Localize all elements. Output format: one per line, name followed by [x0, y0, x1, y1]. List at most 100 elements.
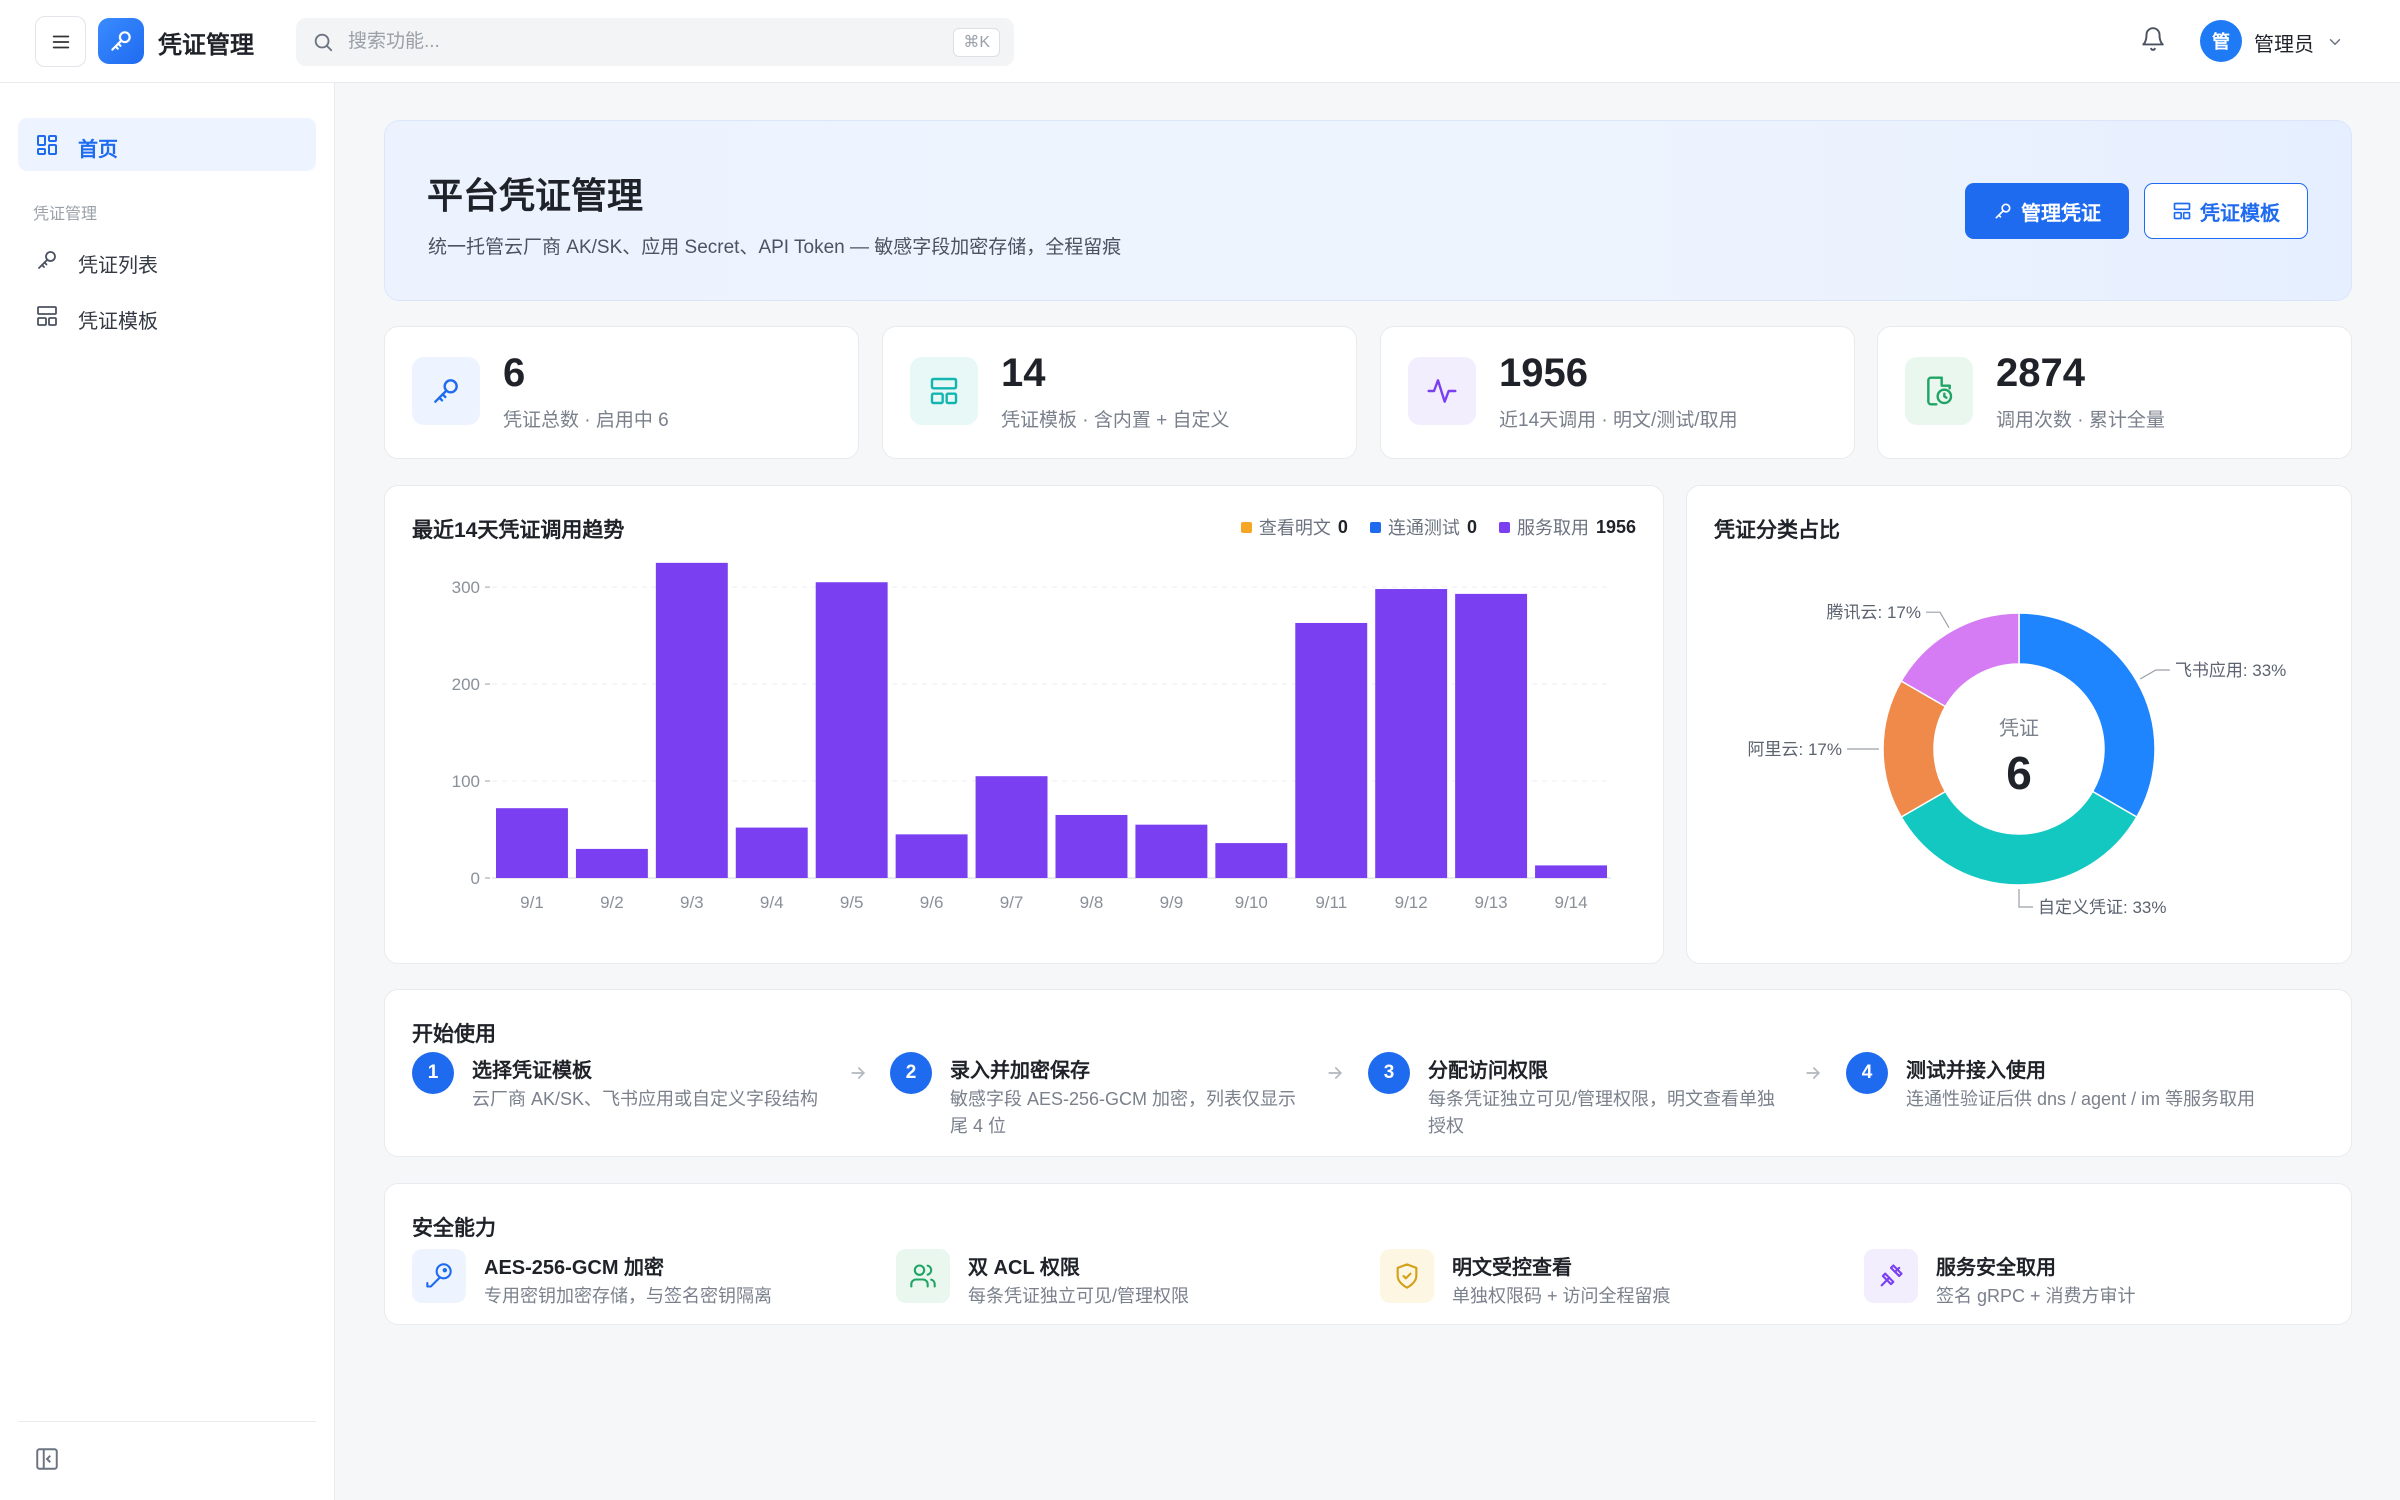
chevron-down-icon[interactable]	[2326, 33, 2344, 51]
x-tick-label: 9/1	[520, 893, 544, 912]
bar[interactable]	[975, 776, 1048, 878]
stat-value: 1956	[1499, 351, 1588, 395]
x-tick-label: 9/8	[1080, 893, 1104, 912]
template-icon	[37, 306, 57, 326]
stat-label: 近14天调用 · 明文/测试/取用	[1499, 410, 1738, 431]
pie-slice[interactable]	[2018, 612, 2156, 819]
top-bar: 凭证管理 ⌘K 管 管理员	[0, 0, 2400, 83]
x-tick-label: 9/11	[1315, 893, 1347, 912]
step-description: 敏感字段 AES-256-GCM 加密，列表仅显示尾 4 位	[950, 1089, 1297, 1136]
page-title: 平台凭证管理	[427, 175, 644, 216]
credential-templates-button[interactable]: 凭证模板	[2144, 183, 2308, 239]
stat-card-recent-calls: 1956 近14天调用 · 明文/测试/取用	[1380, 326, 1855, 459]
bar[interactable]	[1295, 622, 1368, 878]
feature-icon-box	[1864, 1249, 1918, 1303]
key-icon	[434, 379, 458, 403]
donut-center-value: 6	[2006, 747, 2032, 799]
feature-title: 双 ACL 权限	[968, 1257, 1080, 1279]
bar[interactable]	[1375, 589, 1448, 878]
y-tick-label: 300	[452, 578, 480, 597]
category-pie-card: 凭证分类占比 飞书应用: 33% 自定义凭证: 33% 阿里云: 17% 腾讯云: 1…	[1686, 485, 2352, 964]
sidebar-item-credential-templates[interactable]: 凭证模板	[18, 291, 316, 341]
bar[interactable]	[815, 582, 888, 878]
user-name[interactable]: 管理员	[2254, 28, 2314, 57]
manage-credentials-button[interactable]: 管理凭证	[1965, 183, 2129, 239]
menu-toggle-button[interactable]	[35, 16, 86, 67]
step-title: 录入并加密保存	[950, 1060, 1090, 1082]
search-icon	[314, 33, 333, 52]
feature-title: 服务安全取用	[1936, 1257, 2056, 1279]
step-number: 4	[1846, 1052, 1888, 1094]
stat-icon-box	[910, 357, 978, 425]
bar[interactable]	[1055, 814, 1128, 878]
step-description: 连通性验证后供 dns / agent / im 等服务取用	[1906, 1089, 2256, 1109]
stat-icon-box	[412, 357, 480, 425]
bar-chart: 0 100 200 300 9/1 9/2 9/3 9/4 9/5 9/6 9/7 9/8 9/9 9/1…	[452, 562, 1611, 912]
shield-check-icon	[1396, 1263, 1418, 1289]
sidebar-item-credential-list[interactable]: 凭证列表	[18, 235, 316, 285]
template-icon	[2173, 202, 2191, 220]
bar[interactable]	[495, 808, 568, 878]
donut-center-label: 凭证	[1999, 717, 2039, 740]
pie-slice[interactable]	[1900, 790, 2138, 886]
stat-label: 凭证模板 · 含内置 + 自定义	[1001, 410, 1230, 431]
y-tick-label: 200	[452, 675, 480, 694]
feature-title: AES-256-GCM 加密	[484, 1257, 665, 1279]
y-tick-label: 0	[471, 869, 480, 888]
key-icon	[1995, 203, 2011, 219]
arrow-right-icon	[851, 1067, 866, 1079]
x-tick-label: 9/7	[1000, 893, 1024, 912]
arrow-right-icon	[1806, 1067, 1821, 1079]
bar[interactable]	[655, 562, 728, 878]
section-title: 开始使用	[412, 1023, 496, 1046]
bar[interactable]	[1535, 865, 1608, 878]
credential-templates-label: 凭证模板	[2200, 202, 2280, 225]
hero-banner: 平台凭证管理 统一托管云厂商 AK/SK、应用 Secret、API Token…	[384, 120, 2352, 301]
sidebar-item-label: 首页	[78, 139, 118, 161]
x-tick-label: 9/9	[1160, 893, 1184, 912]
key-icon	[111, 31, 131, 51]
key-icon	[38, 251, 56, 269]
bar[interactable]	[1455, 593, 1528, 878]
search-input[interactable]	[348, 18, 908, 66]
step-description: 云厂商 AK/SK、飞书应用或自定义字段结构	[472, 1089, 819, 1109]
bar[interactable]	[1135, 824, 1208, 878]
feature-icon-box	[896, 1249, 950, 1303]
sidebar-group-label: 凭证管理	[33, 206, 98, 223]
x-tick-label: 9/10	[1235, 893, 1268, 912]
sidebar-collapse-button[interactable]	[34, 1446, 60, 1477]
step-title: 选择凭证模板	[472, 1060, 592, 1082]
security-card: 安全能力 AES-256-GCM 加密 专用密钥加密存储，与签名密钥隔离 双 A…	[384, 1183, 2352, 1325]
users-icon	[910, 1264, 936, 1288]
sidebar-item-label: 凭证列表	[78, 255, 158, 277]
stat-value: 2874	[1996, 351, 2085, 395]
feature-icon-box	[1380, 1249, 1434, 1303]
page-subtitle: 统一托管云厂商 AK/SK、应用 Secret、API Token — 敏感字段…	[428, 237, 1122, 258]
stat-icon-box	[1408, 357, 1476, 425]
getting-started-card: 开始使用 1 选择凭证模板 云厂商 AK/SK、飞书应用或自定义字段结构 2 录…	[384, 989, 2352, 1157]
stat-label: 凭证总数 · 启用中 6	[503, 410, 669, 431]
stat-value: 14	[1001, 351, 1046, 395]
step-description: 每条凭证独立可见/管理权限，明文查看单独授权	[1428, 1089, 1775, 1136]
avatar[interactable]: 管	[2200, 20, 2242, 62]
bar[interactable]	[1215, 843, 1288, 878]
x-tick-label: 9/4	[760, 893, 784, 912]
x-tick-label: 9/2	[600, 893, 624, 912]
stat-label: 调用次数 · 累计全量	[1996, 410, 2165, 431]
bar[interactable]	[895, 834, 968, 878]
bar[interactable]	[575, 848, 648, 878]
pie-label: 飞书应用: 33%	[2175, 661, 2286, 680]
step-title: 分配访问权限	[1428, 1060, 1548, 1082]
sidebar-item-home[interactable]: 首页	[18, 118, 316, 171]
feature-description: 签名 gRPC + 消费方审计	[1936, 1286, 2136, 1306]
y-tick-label: 100	[452, 772, 480, 791]
file-clock-icon	[1927, 376, 1953, 406]
bar[interactable]	[735, 827, 808, 878]
search-shortcut-badge: ⌘K	[953, 28, 1000, 57]
notification-button[interactable]	[2140, 26, 2166, 57]
sidebar-divider	[18, 1421, 316, 1422]
search-box[interactable]: ⌘K	[296, 18, 1014, 66]
pie-label: 阿里云: 17%	[1748, 740, 1842, 759]
step-title: 测试并接入使用	[1906, 1060, 2046, 1082]
x-tick-label: 9/5	[840, 893, 864, 912]
